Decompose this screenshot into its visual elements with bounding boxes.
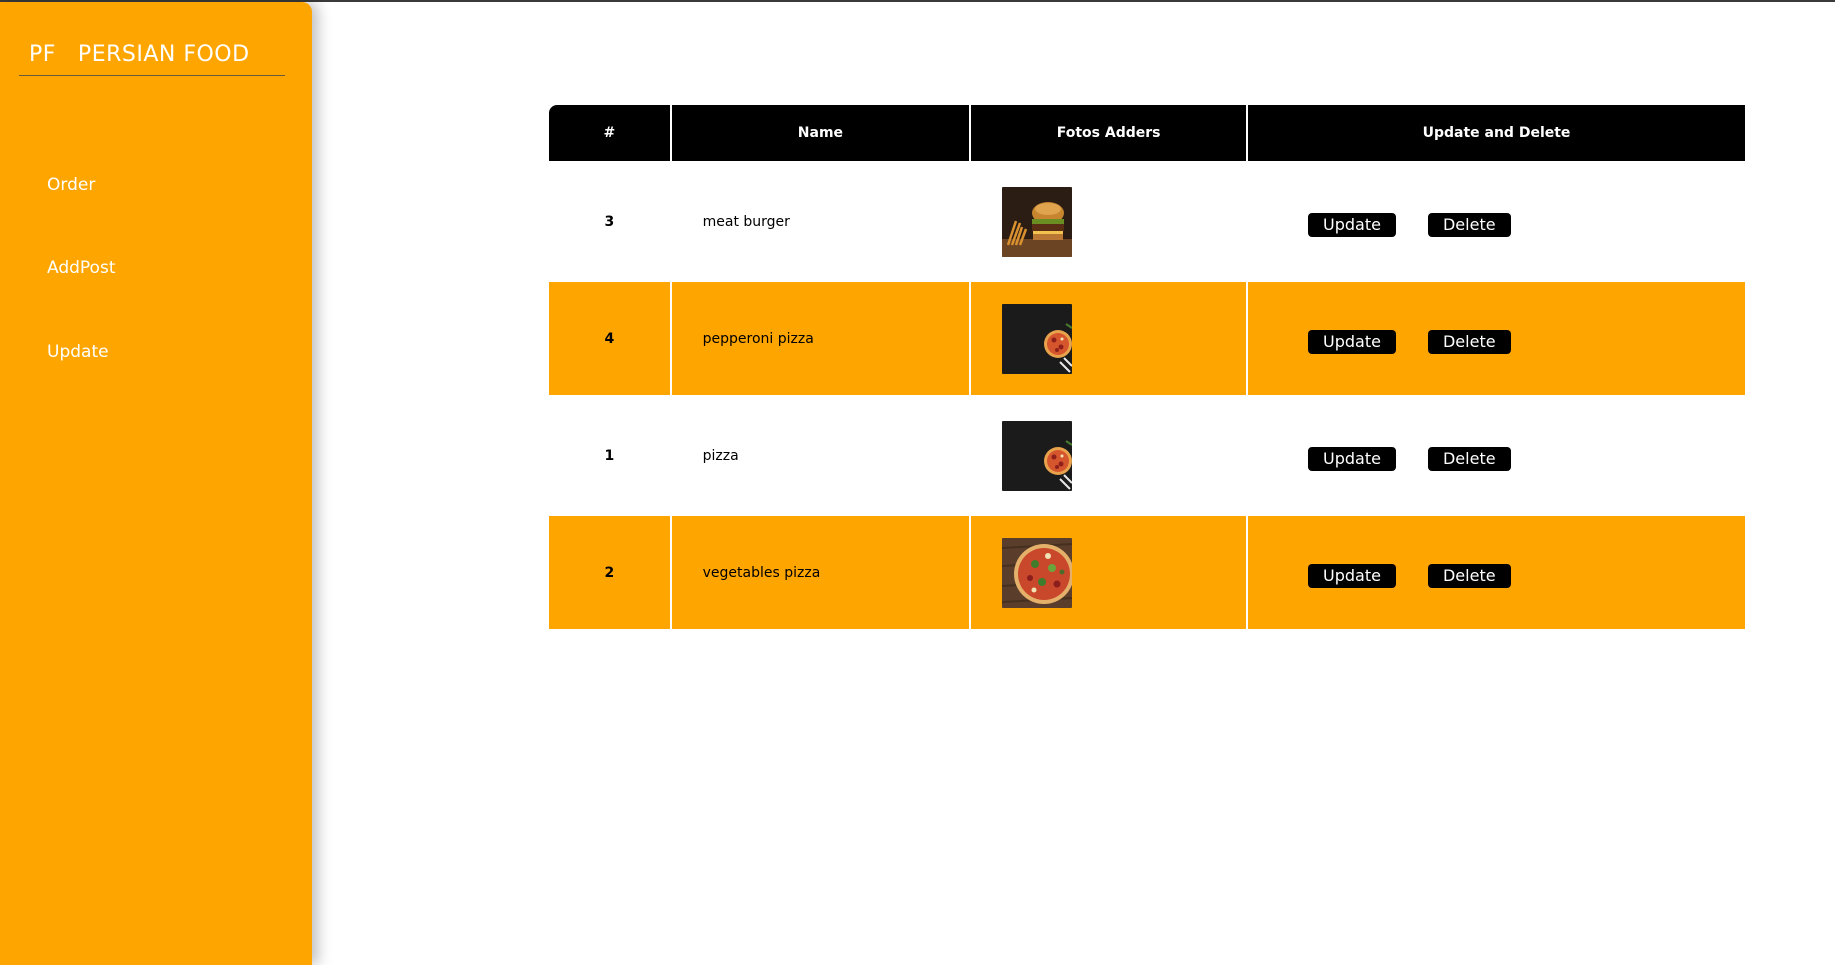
row-actions: Update Delete <box>1248 282 1745 395</box>
row-photo-cell <box>971 516 1247 629</box>
delete-button[interactable]: Delete <box>1427 329 1511 354</box>
row-photo-cell <box>971 399 1246 512</box>
brand-name: PERSIAN FOOD <box>77 42 250 67</box>
pizza-photo-icon <box>1002 420 1073 491</box>
row-id: 3 <box>604 213 615 230</box>
brand-abbreviation: PF <box>29 42 56 67</box>
column-header-number: # <box>549 105 670 161</box>
brand-logo[interactable]: PF PERSIAN FOOD <box>19 42 285 76</box>
column-header-name: Name <box>671 105 970 161</box>
sidebar-item-order[interactable]: Order <box>47 175 95 195</box>
table-header-row: # Name Fotos Adders Update and Delete <box>549 105 1745 161</box>
row-name: pepperoni pizza <box>671 282 970 395</box>
sidebar-item-update[interactable]: Update <box>47 342 109 362</box>
delete-button[interactable]: Delete <box>1427 212 1511 237</box>
burger-photo-icon <box>1002 186 1073 257</box>
row-id: 1 <box>604 447 615 464</box>
sidebar-item-addpost[interactable]: AddPost <box>47 258 115 278</box>
sidebar: PF PERSIAN FOOD Order AddPost Update <box>0 2 312 965</box>
column-header-actions: Update and Delete <box>1248 105 1745 161</box>
row-actions: Update Delete <box>1248 165 1745 278</box>
row-actions: Update Delete <box>1248 516 1745 629</box>
table-row: 3 meat burger Update Delete <box>549 165 1745 278</box>
table-row: 2 vegetables pizza Update Delete <box>549 516 1745 629</box>
row-actions: Update Delete <box>1248 399 1745 512</box>
delete-button[interactable]: Delete <box>1427 563 1511 588</box>
update-button[interactable]: Update <box>1308 212 1396 237</box>
row-photo-cell <box>971 165 1246 278</box>
row-id: 2 <box>549 516 670 629</box>
row-name: vegetables pizza <box>671 516 970 629</box>
column-header-photo: Fotos Adders <box>971 105 1247 161</box>
update-button[interactable]: Update <box>1308 563 1396 588</box>
pepperoni-pizza-photo-icon <box>1002 303 1073 374</box>
table-row: 1 pizza Update Delete <box>549 399 1745 512</box>
food-table: # Name Fotos Adders Update and Delete 3 … <box>547 105 1747 629</box>
update-button[interactable]: Update <box>1308 446 1396 471</box>
table-row: 4 pepperoni pizza Update Delete <box>549 282 1745 395</box>
row-photo-cell <box>971 282 1247 395</box>
delete-button[interactable]: Delete <box>1427 446 1511 471</box>
row-id: 4 <box>549 282 670 395</box>
row-name: meat burger <box>702 213 790 230</box>
update-button[interactable]: Update <box>1308 329 1396 354</box>
vegetable-pizza-photo-icon <box>1002 537 1073 608</box>
row-name: pizza <box>702 447 739 464</box>
